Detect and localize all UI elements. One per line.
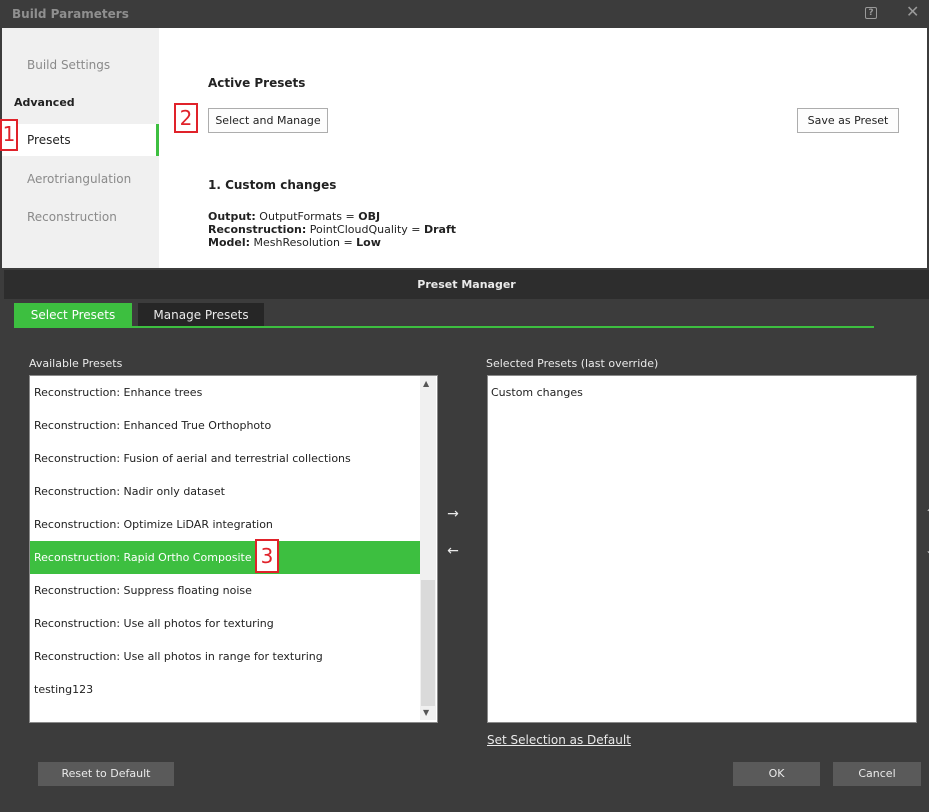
- list-item[interactable]: Reconstruction: Nadir only dataset: [30, 475, 420, 508]
- available-list-scrollbar[interactable]: ▲ ▼: [420, 376, 436, 720]
- window-title: Build Parameters: [12, 7, 129, 21]
- selected-presets-label: Selected Presets (last override): [486, 357, 659, 370]
- tab-underline: [14, 326, 874, 328]
- preset-manager-title: Preset Manager: [4, 270, 929, 299]
- sidebar-item-reconstruction[interactable]: Reconstruction: [27, 210, 117, 224]
- title-bar: Build Parameters ? ✕: [0, 0, 929, 28]
- preset-manager-dialog: Preset Manager Select Presets Manage Pre…: [4, 270, 929, 812]
- custom-changes-title: 1. Custom changes: [208, 178, 337, 192]
- edge-down-arrow-icon[interactable]: ↓: [925, 543, 929, 557]
- active-presets-title: Active Presets: [208, 76, 306, 90]
- list-item[interactable]: Reconstruction: Enhance trees: [30, 376, 420, 409]
- list-item[interactable]: Reconstruction: Suppress floating noise: [30, 574, 420, 607]
- tab-manage-presets[interactable]: Manage Presets: [138, 303, 264, 327]
- list-item[interactable]: Reconstruction: Enhanced True Orthophoto: [30, 409, 420, 442]
- set-selection-default-link[interactable]: Set Selection as Default: [487, 733, 631, 747]
- edge-up-arrow-icon[interactable]: ↑: [925, 506, 929, 520]
- list-item[interactable]: testing123: [30, 673, 420, 706]
- build-parameters-panel: Build Settings Advanced Presets Aerotria…: [0, 28, 927, 268]
- sidebar-item-aerotriangulation[interactable]: Aerotriangulation: [27, 172, 131, 186]
- sidebar-section-advanced: Advanced: [14, 96, 75, 109]
- cancel-button[interactable]: Cancel: [833, 762, 921, 786]
- sidebar-item-build-settings[interactable]: Build Settings: [27, 58, 110, 72]
- available-presets-list[interactable]: Reconstruction: Enhance trees Reconstruc…: [29, 375, 438, 723]
- available-presets-label: Available Presets: [29, 357, 123, 370]
- tab-select-presets[interactable]: Select Presets: [14, 303, 132, 327]
- sidebar-item-label: Presets: [27, 133, 71, 147]
- list-item[interactable]: Reconstruction: Use all photos for textu…: [30, 607, 420, 640]
- scrollbar-thumb[interactable]: [421, 580, 435, 706]
- list-item[interactable]: Reconstruction: Fusion of aerial and ter…: [30, 442, 420, 475]
- scroll-down-icon[interactable]: ▼: [423, 708, 429, 717]
- annotation-marker-2: 2: [174, 103, 198, 133]
- annotation-marker-3: 3: [255, 539, 279, 573]
- list-item[interactable]: Reconstruction: Use all photos in range …: [30, 640, 420, 673]
- add-preset-arrow-icon[interactable]: →: [443, 504, 463, 524]
- list-item-selected[interactable]: Reconstruction: Rapid Ortho Composite: [30, 541, 420, 574]
- save-as-preset-button[interactable]: Save as Preset: [797, 108, 899, 133]
- list-item[interactable]: Custom changes: [491, 386, 913, 399]
- reset-to-default-button[interactable]: Reset to Default: [38, 762, 174, 786]
- ok-button[interactable]: OK: [733, 762, 820, 786]
- change-line-output: Output: OutputFormats = OBJ: [208, 210, 381, 223]
- sidebar-item-presets[interactable]: Presets: [2, 124, 159, 156]
- change-line-reconstruction: Reconstruction: PointCloudQuality = Draf…: [208, 223, 457, 236]
- annotation-marker-1: 1: [0, 119, 18, 151]
- list-item[interactable]: Reconstruction: Optimize LiDAR integrati…: [30, 508, 420, 541]
- scroll-up-icon[interactable]: ▲: [423, 379, 429, 388]
- remove-preset-arrow-icon[interactable]: ←: [443, 541, 463, 561]
- sidebar: Build Settings Advanced Presets Aerotria…: [2, 28, 159, 268]
- close-icon[interactable]: ✕: [906, 4, 919, 20]
- change-line-model: Model: MeshResolution = Low: [208, 236, 381, 249]
- help-icon[interactable]: ?: [865, 7, 877, 19]
- select-and-manage-button[interactable]: Select and Manage: [208, 108, 328, 133]
- selected-presets-list[interactable]: Custom changes: [487, 375, 917, 723]
